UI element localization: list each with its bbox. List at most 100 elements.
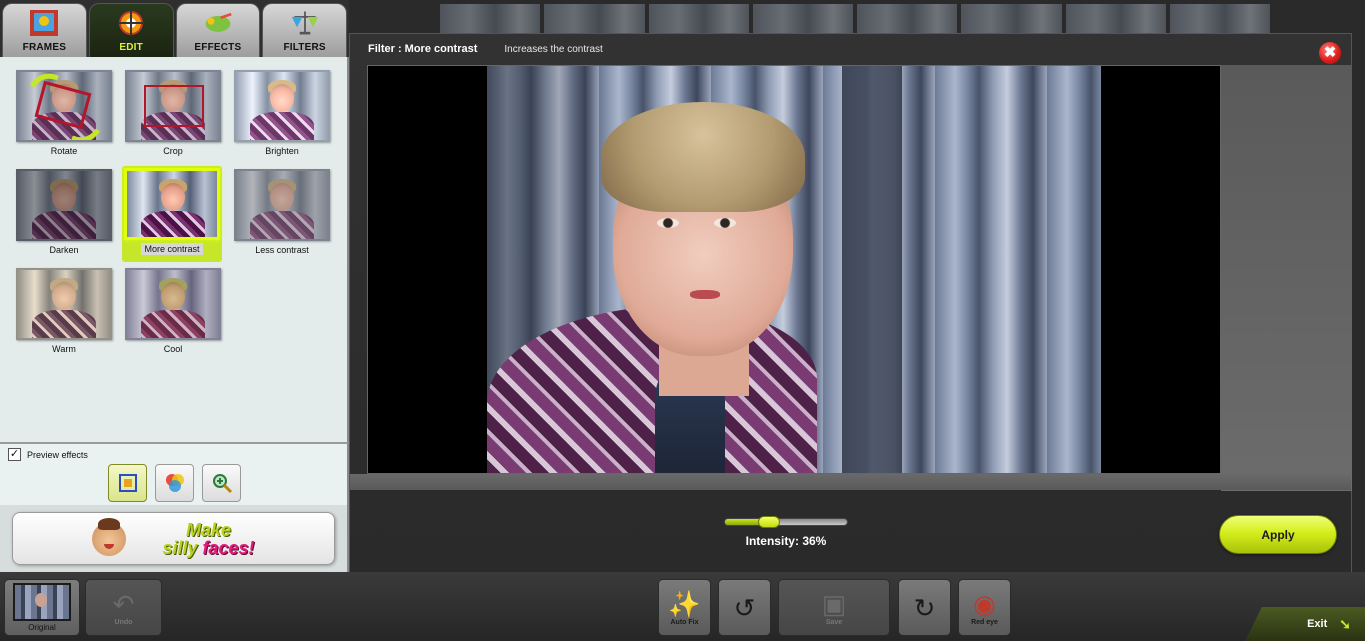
left-panel: FRAMES EDIT EFFECTS FILTERS Rotate Crop … [0, 0, 349, 572]
save-button[interactable]: ▣ Save [778, 579, 890, 636]
silly-word: silly [162, 537, 198, 558]
effects-icon [203, 8, 233, 38]
undo-button[interactable]: ↶ Undo [85, 579, 162, 636]
faces-word: faces! [202, 537, 255, 558]
preview-options: ✓ Preview effects [0, 442, 349, 505]
intensity-slider-handle[interactable] [757, 516, 780, 528]
darken-thumbnail [16, 169, 112, 241]
color-mode-button[interactable] [155, 464, 194, 502]
rotate-left-button[interactable]: ↺ [718, 579, 771, 636]
tab-edit[interactable]: EDIT [88, 3, 174, 57]
rotate-right-button[interactable]: ↻ [898, 579, 951, 636]
save-label: Save [825, 618, 843, 626]
original-button[interactable]: Original [4, 579, 80, 636]
red-eye-icon: ◉ [973, 588, 996, 619]
dialog-title: Filter : More contrast [368, 43, 478, 55]
preview-effects-label: Preview effects [27, 449, 88, 460]
tab-frames-label: FRAMES [22, 42, 67, 53]
tab-bar: FRAMES EDIT EFFECTS FILTERS [0, 0, 349, 57]
strip-thumbnail [544, 4, 645, 34]
edit-icon [116, 8, 146, 38]
red-eye-label: Red eye [971, 618, 998, 626]
tab-filters-label: FILTERS [283, 42, 326, 53]
preview-effects-checkbox[interactable]: ✓ [8, 448, 21, 461]
cool-thumbnail [125, 268, 221, 340]
rotate-left-icon: ↺ [733, 592, 756, 623]
tab-frames[interactable]: FRAMES [2, 3, 87, 57]
undo-label: Undo [114, 618, 133, 626]
canvas-side-panel [1221, 65, 1352, 491]
original-thumbnail [13, 583, 71, 621]
exit-label: Exit [1307, 618, 1328, 630]
exit-button[interactable]: Exit ➘ [1245, 607, 1365, 641]
intensity-slider[interactable] [724, 516, 848, 528]
less-contrast-thumbnail [234, 169, 330, 241]
strip-thumbnail [1065, 4, 1166, 34]
tool-label: Brighten [265, 146, 299, 156]
rotate-right-icon: ↻ [913, 592, 936, 623]
silly-faces-text: Make silly faces! [162, 521, 254, 557]
silly-faces-area: Make silly faces! [0, 505, 349, 572]
make-silly-faces-button[interactable]: Make silly faces! [12, 512, 335, 565]
red-eye-button[interactable]: ◉ Red eye [958, 579, 1011, 636]
strip-thumbnail [752, 4, 853, 34]
floppy-disk-icon: ▣ [821, 588, 847, 619]
silly-line-2: silly faces! [162, 539, 254, 557]
tool-label: Darken [49, 245, 79, 255]
tool-crop[interactable]: Crop [124, 70, 222, 162]
tool-brighten[interactable]: Brighten [233, 70, 331, 162]
apply-button[interactable]: Apply [1219, 515, 1337, 554]
tool-warm[interactable]: Warm [15, 268, 113, 360]
tool-darken[interactable]: Darken [15, 169, 113, 261]
background-thumbnail-strip [440, 4, 1270, 34]
tool-label: Warm [52, 344, 76, 354]
undo-arrow-icon: ↶ [112, 588, 135, 619]
rotate-arrows-icon [29, 73, 101, 140]
warm-thumbnail [16, 268, 112, 340]
dialog-description: Increases the contrast [504, 43, 603, 55]
filters-icon [290, 8, 320, 38]
strip-thumbnail [648, 4, 749, 34]
tab-effects-label: EFFECTS [194, 42, 242, 53]
tab-effects[interactable]: EFFECTS [175, 3, 261, 57]
crop-thumbnail [125, 70, 221, 142]
tab-filters[interactable]: FILTERS [262, 3, 347, 57]
tool-label: Cool [163, 344, 183, 354]
auto-fix-button[interactable]: ✨ Auto Fix [658, 579, 711, 636]
rotate-thumbnail [16, 70, 112, 142]
color-mode-icon [165, 474, 184, 492]
strip-thumbnail [857, 4, 958, 34]
cartoon-face-icon [92, 517, 127, 556]
preview-canvas [367, 65, 1221, 474]
tab-edit-label: EDIT [119, 42, 143, 53]
frames-icon [29, 8, 59, 38]
preview-photo [487, 66, 1101, 473]
canvas-bottom-bar [350, 474, 1351, 490]
tool-more-contrast[interactable]: More contrast [122, 166, 222, 262]
bottom-toolbar: Original ↶ Undo ✨ Auto Fix ↺ ▣ Save ↻ ◉ … [0, 572, 1365, 641]
magic-wand-icon: ✨ [668, 588, 701, 619]
zoom-mode-button[interactable] [202, 464, 241, 502]
tool-label: Rotate [50, 146, 78, 156]
exit-arrow-icon: ➘ [1339, 615, 1351, 632]
preview-effects-row: ✓ Preview effects [8, 448, 88, 461]
crop-mode-button[interactable] [108, 464, 147, 502]
strip-thumbnail [1169, 4, 1270, 34]
photo-hair [601, 102, 805, 212]
crop-mode-icon [118, 474, 137, 492]
preview-mode-buttons [108, 464, 241, 502]
filter-dialog: Filter : More contrast Increases the con… [349, 33, 1352, 579]
strip-thumbnail [440, 4, 541, 34]
tool-cool[interactable]: Cool [124, 268, 222, 360]
auto-fix-label: Auto Fix [670, 618, 699, 626]
zoom-mode-icon [212, 474, 232, 494]
tool-label: Less contrast [255, 245, 309, 255]
intensity-label: Intensity: 36% [745, 534, 827, 548]
crop-frame-icon [144, 85, 204, 127]
tool-label: Crop [163, 146, 183, 156]
tool-label: More contrast [141, 243, 203, 255]
tool-rotate[interactable]: Rotate [15, 70, 113, 162]
tool-less-contrast[interactable]: Less contrast [233, 169, 331, 261]
brighten-thumbnail [234, 70, 330, 142]
close-icon[interactable]: ✖ [1319, 42, 1341, 64]
